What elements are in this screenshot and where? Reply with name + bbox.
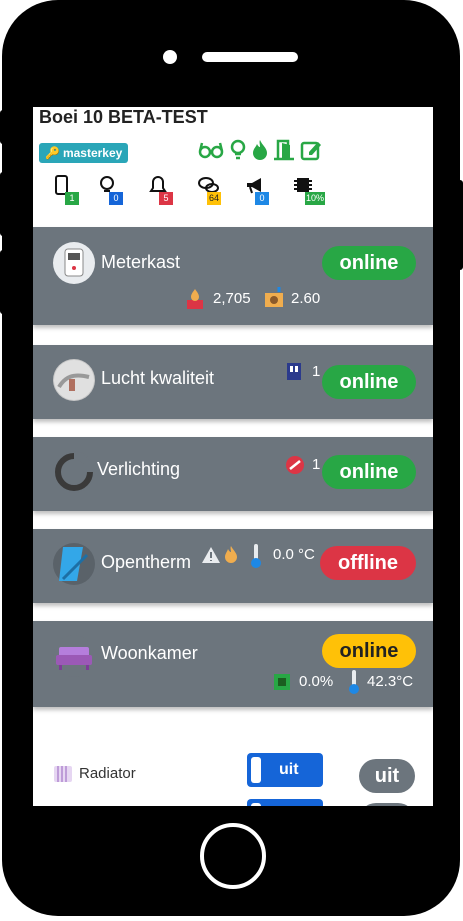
temperature-value: 0.0 °C bbox=[273, 546, 315, 563]
status-pill[interactable]: online bbox=[322, 246, 416, 280]
status-pill[interactable]: online bbox=[322, 455, 416, 489]
counter-messages[interactable]: 64 bbox=[197, 175, 227, 209]
toggle-knob bbox=[251, 757, 261, 783]
toggle-knob bbox=[251, 803, 261, 806]
flame-icon[interactable] bbox=[252, 139, 268, 161]
masterkey-badge[interactable]: 🔑 masterkey bbox=[39, 143, 129, 163]
power-meter-icon bbox=[265, 287, 283, 307]
chip-icon bbox=[274, 674, 290, 690]
counter-lights[interactable]: 0 bbox=[99, 175, 129, 209]
meter-avatar bbox=[53, 242, 95, 284]
phone-side-button bbox=[0, 250, 6, 314]
phone-frame: Boei 10 BETA-TEST 🔑 masterkey 1 0 5 64 0… bbox=[2, 0, 460, 916]
quick-actions bbox=[198, 139, 322, 161]
temperature-value: 42.3°C bbox=[367, 673, 414, 690]
sensor-device-icon bbox=[287, 363, 301, 380]
thermostat-icon bbox=[59, 547, 89, 581]
opentherm-avatar bbox=[53, 543, 95, 585]
camera-icon bbox=[163, 50, 177, 64]
blocked-count: 1 bbox=[312, 456, 321, 473]
toggle-label: uit bbox=[279, 761, 299, 778]
lighting-avatar bbox=[53, 451, 95, 493]
power-value: 2.60 bbox=[291, 290, 321, 307]
door-icon[interactable] bbox=[272, 139, 296, 161]
notification-counters: 1 0 5 64 0 10% bbox=[49, 175, 369, 209]
device-name: Woonkamer bbox=[101, 643, 198, 663]
phone-side-button bbox=[0, 110, 6, 144]
device-card-opentherm[interactable]: Opentherm 0.0 °C offline bbox=[33, 529, 433, 603]
device-name: Verlichting bbox=[97, 459, 181, 479]
air-sensor-icon bbox=[54, 360, 94, 400]
warning-icon bbox=[202, 547, 220, 563]
speaker-grille bbox=[202, 52, 298, 62]
sensor-count: 1 bbox=[312, 363, 321, 380]
blocked-icon bbox=[286, 456, 304, 474]
device-card-woonkamer[interactable]: Woonkamer online 0.0% 42.3°C bbox=[33, 621, 433, 707]
bulb-icon[interactable] bbox=[228, 139, 248, 161]
counter-system[interactable]: 10% bbox=[293, 175, 337, 209]
radiator-toggle-2[interactable] bbox=[247, 799, 323, 806]
humidity-value: 0.0% bbox=[299, 673, 334, 690]
glasses-icon[interactable] bbox=[198, 139, 224, 161]
gas-burner-icon bbox=[187, 289, 203, 309]
masterkey-label: masterkey bbox=[62, 146, 123, 160]
thermometer-icon bbox=[349, 670, 359, 694]
counter-badge: 0 bbox=[109, 192, 123, 205]
counter-badge: 10% bbox=[305, 192, 326, 205]
gas-value: 2,705 bbox=[213, 290, 251, 307]
status-pill[interactable]: offline bbox=[320, 546, 416, 580]
radiator-status-pill-2[interactable] bbox=[359, 803, 415, 806]
ring-light-icon bbox=[55, 452, 94, 491]
radiator-icon bbox=[54, 766, 72, 782]
counter-alerts[interactable]: 5 bbox=[149, 175, 179, 209]
counter-badge: 1 bbox=[65, 192, 79, 205]
air-quality-avatar bbox=[53, 359, 95, 401]
device-name: Opentherm bbox=[101, 552, 192, 572]
thermometer-icon bbox=[251, 544, 261, 568]
key-icon: 🔑 bbox=[45, 146, 60, 160]
counter-badge: 5 bbox=[159, 192, 173, 205]
counter-announcements[interactable]: 0 bbox=[245, 175, 275, 209]
home-button[interactable] bbox=[200, 823, 266, 889]
sofa-icon bbox=[56, 647, 92, 670]
counter-devices[interactable]: 1 bbox=[55, 175, 85, 209]
status-pill[interactable]: online bbox=[322, 634, 416, 668]
device-card-lucht-kwaliteit[interactable]: Lucht kwaliteit 1 online bbox=[33, 345, 433, 419]
device-name: Lucht kwaliteit bbox=[101, 368, 215, 388]
device-name: Meterkast bbox=[101, 252, 181, 272]
flame-icon bbox=[225, 546, 237, 563]
phone-side-button bbox=[457, 180, 463, 270]
page-title: Boei 10 BETA-TEST bbox=[39, 107, 208, 127]
livingroom-avatar bbox=[53, 635, 95, 677]
counter-badge: 64 bbox=[207, 192, 221, 205]
meter-icon bbox=[64, 248, 84, 277]
edit-icon[interactable] bbox=[300, 139, 322, 161]
counter-badge: 0 bbox=[255, 192, 269, 205]
phone-side-button bbox=[0, 172, 6, 236]
radiator-toggle[interactable]: uit bbox=[247, 753, 323, 787]
status-pill[interactable]: online bbox=[322, 365, 416, 399]
app-screen: Boei 10 BETA-TEST 🔑 masterkey 1 0 5 64 0… bbox=[33, 107, 433, 806]
radiator-label: Radiator bbox=[79, 765, 136, 782]
radiator-status-pill[interactable]: uit bbox=[359, 759, 415, 793]
device-card-meterkast[interactable]: Meterkast online 2,705 2.60 bbox=[33, 227, 433, 325]
device-card-verlichting[interactable]: Verlichting 1 online bbox=[33, 437, 433, 511]
